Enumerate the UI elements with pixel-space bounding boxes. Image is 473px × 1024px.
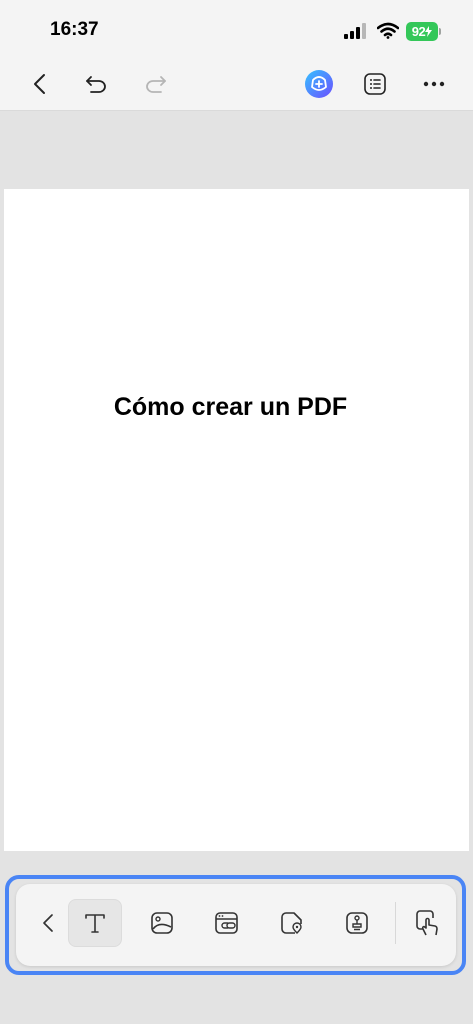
edit-toolbar	[16, 884, 456, 966]
cellular-signal-icon	[344, 23, 368, 44]
document-title[interactable]: Cómo crear un PDF	[4, 393, 457, 422]
charging-bolt-icon	[425, 26, 433, 37]
image-tool-icon	[151, 912, 173, 934]
battery-indicator: 92	[406, 22, 438, 41]
toolbar-back-button[interactable]	[34, 899, 62, 947]
top-toolbar	[0, 58, 473, 110]
link-tool-button[interactable]	[200, 899, 254, 947]
touch-select-button[interactable]	[401, 899, 455, 947]
text-tool-button[interactable]	[68, 899, 122, 947]
status-bar: 16:37 92	[0, 0, 473, 58]
location-tool-button[interactable]	[265, 899, 319, 947]
chevron-left-icon	[34, 74, 45, 94]
ai-assistant-icon	[305, 70, 333, 98]
battery-level: 92	[411, 24, 426, 39]
more-icon	[423, 81, 445, 87]
link-tool-icon	[215, 912, 238, 934]
outline-button[interactable]	[356, 58, 394, 110]
redo-icon	[146, 76, 166, 93]
undo-icon	[86, 76, 106, 93]
status-time: 16:37	[50, 19, 99, 40]
stamp-tool-button[interactable]	[330, 899, 384, 947]
back-button[interactable]	[20, 58, 60, 110]
wifi-icon	[376, 22, 400, 44]
more-button[interactable]	[414, 58, 454, 110]
document-page[interactable]: Cómo crear un PDF	[4, 189, 469, 851]
chevron-left-icon	[43, 914, 53, 932]
toolbar-divider	[395, 902, 396, 944]
ai-assistant-button[interactable]	[300, 58, 338, 110]
battery-tip	[439, 28, 441, 35]
location-tool-icon	[281, 912, 302, 934]
text-tool-icon	[85, 914, 105, 933]
stamp-tool-icon	[346, 912, 368, 934]
undo-button[interactable]	[76, 58, 116, 110]
outline-list-icon	[364, 73, 386, 95]
touch-select-icon	[416, 910, 438, 936]
image-tool-button[interactable]	[135, 899, 189, 947]
redo-button[interactable]	[136, 58, 176, 110]
